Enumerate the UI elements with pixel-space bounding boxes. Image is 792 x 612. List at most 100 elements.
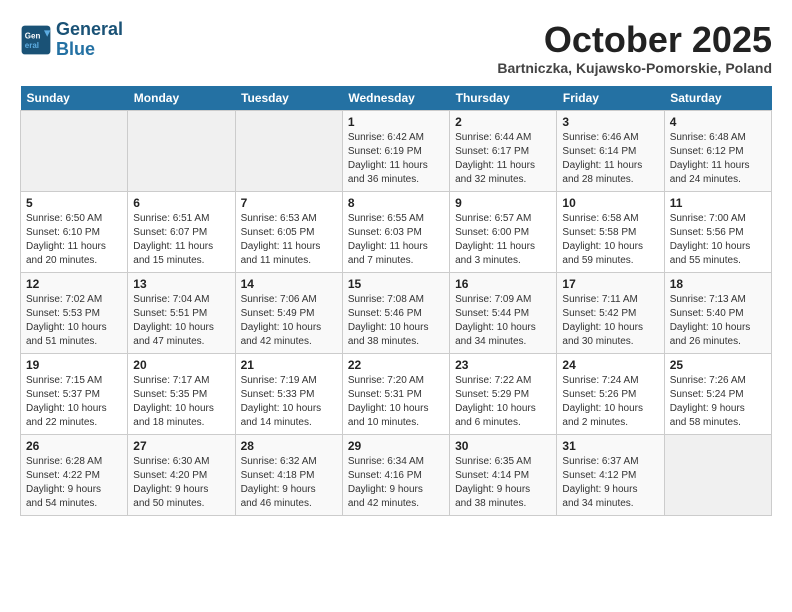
day-info: Sunrise: 6:30 AM Sunset: 4:20 PM Dayligh…: [133, 455, 229, 511]
day-number: 11: [670, 196, 766, 210]
calendar-cell: 11 Sunrise: 7:00 AM Sunset: 5:56 PM Dayli…: [664, 191, 771, 272]
day-number: 24: [562, 358, 658, 372]
day-info: Sunrise: 6:58 AM Sunset: 5:58 PM Dayligh…: [562, 212, 658, 268]
calendar-cell: 12 Sunrise: 7:02 AM Sunset: 5:53 PM Dayli…: [21, 272, 128, 353]
day-number: 26: [26, 439, 122, 453]
day-number: 16: [455, 277, 551, 291]
calendar-cell: [21, 110, 128, 191]
day-number: 20: [133, 358, 229, 372]
title-block: October 2025 Bartniczka, Kujawsko-Pomors…: [497, 20, 772, 76]
header-monday: Monday: [128, 86, 235, 111]
calendar-cell: 31Sunrise: 6:37 AM Sunset: 4:12 PM Dayli…: [557, 434, 664, 515]
header-saturday: Saturday: [664, 86, 771, 111]
week-row-5: 26 Sunrise: 6:28 AM Sunset: 4:22 PM Dayli…: [21, 434, 772, 515]
calendar-cell: 28Sunrise: 6:32 AM Sunset: 4:18 PM Dayli…: [235, 434, 342, 515]
day-info: Sunrise: 7:11 AM Sunset: 5:42 PM Dayligh…: [562, 293, 658, 349]
day-number: 9: [455, 196, 551, 210]
day-number: 15: [348, 277, 444, 291]
calendar-cell: 21Sunrise: 7:19 AM Sunset: 5:33 PM Dayli…: [235, 353, 342, 434]
day-info: Sunrise: 6:51 AM Sunset: 6:07 PM Dayligh…: [133, 212, 229, 268]
calendar-cell: 6Sunrise: 6:51 AM Sunset: 6:07 PM Daylig…: [128, 191, 235, 272]
calendar-cell: 14 Sunrise: 7:06 AM Sunset: 5:49 PM Dayli…: [235, 272, 342, 353]
day-info: Sunrise: 6:57 AM Sunset: 6:00 PM Dayligh…: [455, 212, 551, 268]
day-info: Sunrise: 6:42 AM Sunset: 6:19 PM Dayligh…: [348, 131, 444, 187]
day-number: 14: [241, 277, 337, 291]
calendar-cell: 3 Sunrise: 6:46 AM Sunset: 6:14 PM Daylig…: [557, 110, 664, 191]
day-info: Sunrise: 7:19 AM Sunset: 5:33 PM Dayligh…: [241, 374, 337, 430]
logo: Gen eral General Blue: [20, 20, 123, 60]
header-friday: Friday: [557, 86, 664, 111]
day-number: 13: [133, 277, 229, 291]
day-number: 5: [26, 196, 122, 210]
header-tuesday: Tuesday: [235, 86, 342, 111]
calendar-cell: 29Sunrise: 6:34 AM Sunset: 4:16 PM Dayli…: [342, 434, 449, 515]
calendar-cell: 18 Sunrise: 7:13 AM Sunset: 5:40 PM Dayli…: [664, 272, 771, 353]
day-info: Sunrise: 6:55 AM Sunset: 6:03 PM Dayligh…: [348, 212, 444, 268]
logo-line1: General: [56, 19, 123, 39]
day-number: 12: [26, 277, 122, 291]
day-info: Sunrise: 7:02 AM Sunset: 5:53 PM Dayligh…: [26, 293, 122, 349]
day-number: 7: [241, 196, 337, 210]
day-info: Sunrise: 6:50 AM Sunset: 6:10 PM Dayligh…: [26, 212, 122, 268]
day-number: 8: [348, 196, 444, 210]
header-thursday: Thursday: [450, 86, 557, 111]
day-info: Sunrise: 7:26 AM Sunset: 5:24 PM Dayligh…: [670, 374, 766, 430]
calendar-cell: 5 Sunrise: 6:50 AM Sunset: 6:10 PM Daylig…: [21, 191, 128, 272]
day-info: Sunrise: 7:13 AM Sunset: 5:40 PM Dayligh…: [670, 293, 766, 349]
subtitle: Bartniczka, Kujawsko-Pomorskie, Poland: [497, 60, 772, 76]
svg-text:eral: eral: [25, 41, 39, 50]
calendar-cell: 24Sunrise: 7:24 AM Sunset: 5:26 PM Dayli…: [557, 353, 664, 434]
calendar-cell: 1 Sunrise: 6:42 AM Sunset: 6:19 PM Daylig…: [342, 110, 449, 191]
day-number: 1: [348, 115, 444, 129]
logo-line2: Blue: [56, 40, 123, 60]
day-info: Sunrise: 7:15 AM Sunset: 5:37 PM Dayligh…: [26, 374, 122, 430]
day-number: 22: [348, 358, 444, 372]
day-info: Sunrise: 6:48 AM Sunset: 6:12 PM Dayligh…: [670, 131, 766, 187]
week-row-2: 5 Sunrise: 6:50 AM Sunset: 6:10 PM Daylig…: [21, 191, 772, 272]
calendar-cell: [128, 110, 235, 191]
calendar-cell: 8 Sunrise: 6:55 AM Sunset: 6:03 PM Daylig…: [342, 191, 449, 272]
day-number: 10: [562, 196, 658, 210]
calendar-cell: 26 Sunrise: 6:28 AM Sunset: 4:22 PM Dayli…: [21, 434, 128, 515]
calendar-cell: 19Sunrise: 7:15 AM Sunset: 5:37 PM Dayli…: [21, 353, 128, 434]
month-title: October 2025: [497, 20, 772, 60]
day-number: 25: [670, 358, 766, 372]
calendar-cell: 7Sunrise: 6:53 AM Sunset: 6:05 PM Daylig…: [235, 191, 342, 272]
day-number: 30: [455, 439, 551, 453]
day-number: 18: [670, 277, 766, 291]
day-info: Sunrise: 6:44 AM Sunset: 6:17 PM Dayligh…: [455, 131, 551, 187]
day-info: Sunrise: 7:20 AM Sunset: 5:31 PM Dayligh…: [348, 374, 444, 430]
svg-text:Gen: Gen: [25, 31, 41, 40]
calendar-cell: 30 Sunrise: 6:35 AM Sunset: 4:14 PM Dayli…: [450, 434, 557, 515]
day-info: Sunrise: 6:35 AM Sunset: 4:14 PM Dayligh…: [455, 455, 551, 511]
day-number: 29: [348, 439, 444, 453]
page-header: Gen eral General Blue October 2025 Bartn…: [20, 20, 772, 76]
calendar-cell: 22 Sunrise: 7:20 AM Sunset: 5:31 PM Dayli…: [342, 353, 449, 434]
calendar-cell: 17 Sunrise: 7:11 AM Sunset: 5:42 PM Dayli…: [557, 272, 664, 353]
calendar-cell: 10 Sunrise: 6:58 AM Sunset: 5:58 PM Dayli…: [557, 191, 664, 272]
week-row-4: 19Sunrise: 7:15 AM Sunset: 5:37 PM Dayli…: [21, 353, 772, 434]
header-sunday: Sunday: [21, 86, 128, 111]
day-info: Sunrise: 7:06 AM Sunset: 5:49 PM Dayligh…: [241, 293, 337, 349]
day-info: Sunrise: 7:00 AM Sunset: 5:56 PM Dayligh…: [670, 212, 766, 268]
calendar-cell: [664, 434, 771, 515]
day-info: Sunrise: 6:46 AM Sunset: 6:14 PM Dayligh…: [562, 131, 658, 187]
day-number: 23: [455, 358, 551, 372]
day-number: 17: [562, 277, 658, 291]
calendar-cell: 2 Sunrise: 6:44 AM Sunset: 6:17 PM Daylig…: [450, 110, 557, 191]
calendar-cell: 25 Sunrise: 7:26 AM Sunset: 5:24 PM Dayli…: [664, 353, 771, 434]
day-info: Sunrise: 7:17 AM Sunset: 5:35 PM Dayligh…: [133, 374, 229, 430]
day-info: Sunrise: 7:08 AM Sunset: 5:46 PM Dayligh…: [348, 293, 444, 349]
calendar-cell: [235, 110, 342, 191]
day-info: Sunrise: 6:28 AM Sunset: 4:22 PM Dayligh…: [26, 455, 122, 511]
day-number: 2: [455, 115, 551, 129]
day-number: 4: [670, 115, 766, 129]
calendar-header-row: SundayMondayTuesdayWednesdayThursdayFrid…: [21, 86, 772, 111]
day-number: 27: [133, 439, 229, 453]
day-number: 31: [562, 439, 658, 453]
day-number: 3: [562, 115, 658, 129]
calendar-cell: 9 Sunrise: 6:57 AM Sunset: 6:00 PM Daylig…: [450, 191, 557, 272]
day-number: 28: [241, 439, 337, 453]
calendar-cell: 20 Sunrise: 7:17 AM Sunset: 5:35 PM Dayli…: [128, 353, 235, 434]
calendar-cell: 27 Sunrise: 6:30 AM Sunset: 4:20 PM Dayli…: [128, 434, 235, 515]
